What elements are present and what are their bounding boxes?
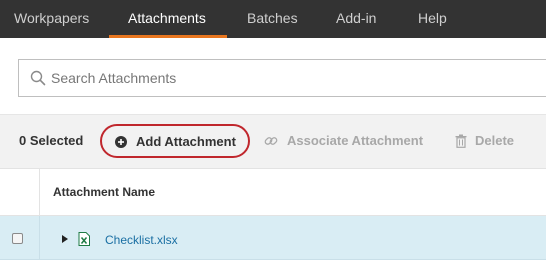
- link-icon: [264, 137, 278, 145]
- search-area: [0, 38, 546, 114]
- top-navigation: Workpapers Attachments Batches Add-in He…: [0, 0, 546, 38]
- search-icon: [30, 70, 46, 86]
- tab-workpapers[interactable]: Workpapers: [14, 0, 89, 38]
- plus-circle-icon: [115, 136, 127, 148]
- associate-attachment-label: Associate Attachment: [287, 133, 424, 148]
- trash-icon: [455, 134, 467, 148]
- selected-count: 0 Selected: [19, 133, 84, 148]
- tab-add-in[interactable]: Add-in: [336, 0, 376, 38]
- add-attachment-label: Add Attachment: [136, 134, 236, 149]
- toolbar: 0 Selected Add Attachment Associate Atta…: [0, 114, 546, 168]
- add-attachment-button[interactable]: Add Attachment: [100, 124, 250, 158]
- search-input[interactable]: [51, 60, 531, 96]
- tab-batches[interactable]: Batches: [247, 0, 298, 38]
- delete-label: Delete: [475, 133, 515, 148]
- expand-arrow-icon[interactable]: [62, 235, 68, 243]
- row-checkbox[interactable]: [12, 233, 23, 244]
- tab-attachments[interactable]: Attachments: [128, 0, 206, 38]
- search-box[interactable]: [18, 59, 546, 97]
- column-header-attachment-name[interactable]: Attachment Name: [53, 185, 155, 199]
- excel-file-icon: [78, 232, 90, 246]
- column-divider: [39, 169, 40, 217]
- row-divider: [39, 216, 40, 260]
- table-header: Attachment Name: [0, 168, 546, 217]
- table-row[interactable]: Checklist.xlsx: [0, 216, 546, 260]
- tab-help[interactable]: Help: [418, 0, 447, 38]
- attachment-file-link[interactable]: Checklist.xlsx: [105, 233, 178, 247]
